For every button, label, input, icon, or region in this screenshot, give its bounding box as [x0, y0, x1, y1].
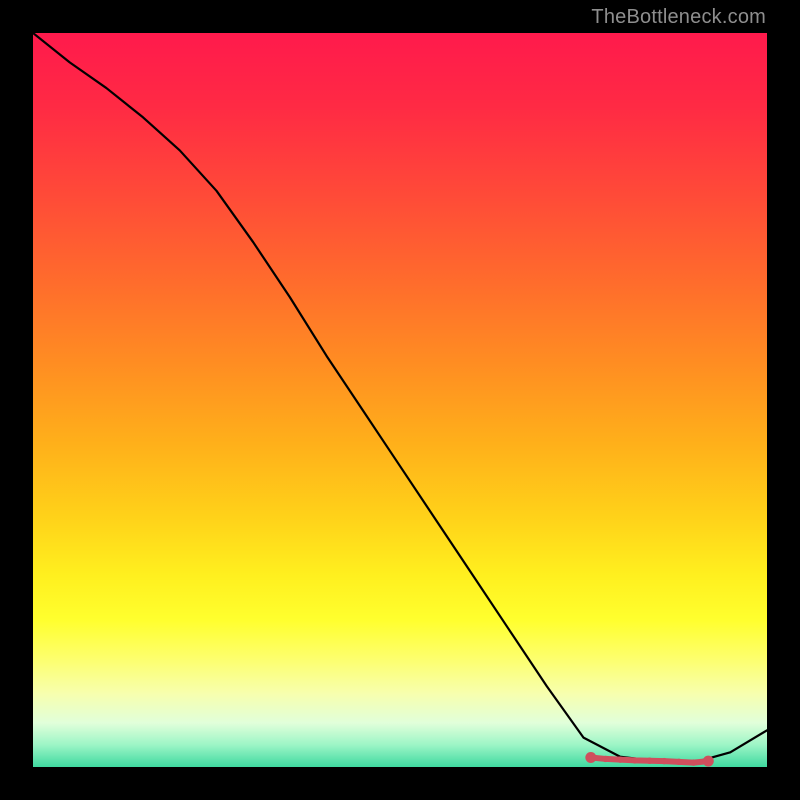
highlighted-range-markers — [585, 752, 713, 767]
marker-dot — [585, 752, 596, 763]
marker-dot — [602, 756, 608, 762]
marker-dot — [632, 757, 638, 763]
marker-dot — [661, 758, 667, 764]
marker-dot — [646, 758, 652, 764]
bottleneck-curve — [33, 33, 767, 763]
chart-stage: TheBottleneck.com — [0, 0, 800, 800]
attribution-text: TheBottleneck.com — [591, 6, 766, 29]
plot-area — [33, 33, 767, 767]
marker-dot — [690, 759, 696, 765]
marker-dot — [676, 759, 682, 765]
chart-overlay — [33, 33, 767, 767]
marker-dot — [703, 756, 714, 767]
marker-dot — [617, 756, 623, 762]
